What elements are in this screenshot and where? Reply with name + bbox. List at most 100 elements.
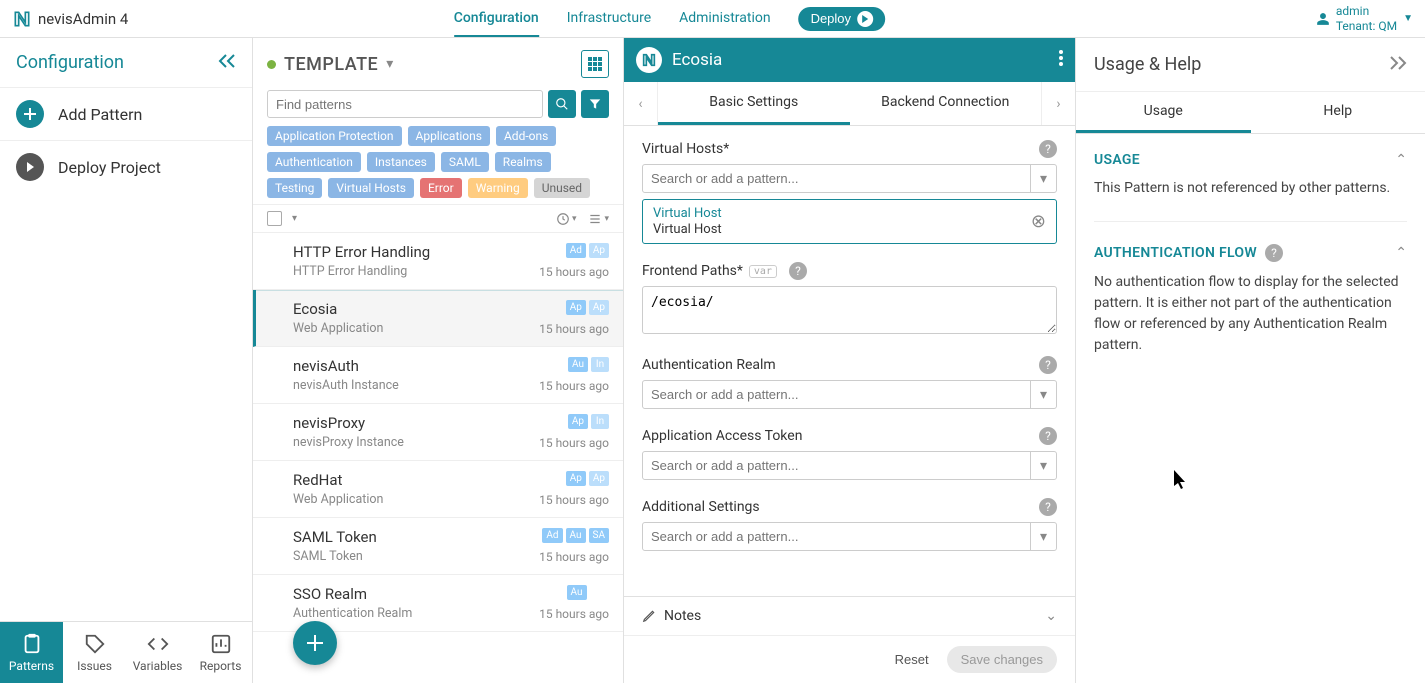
chevron-down-icon[interactable]: ▾ <box>1030 381 1056 408</box>
notes-label: Notes <box>664 608 701 624</box>
pencil-icon <box>642 609 656 623</box>
bottom-tab-variables[interactable]: Variables <box>126 622 189 683</box>
badge: Ad <box>542 528 562 543</box>
bottom-tab-label: Issues <box>77 659 112 673</box>
filter-tag[interactable]: Unused <box>534 178 590 198</box>
user-icon <box>1316 12 1330 26</box>
filter-button[interactable] <box>581 90 609 118</box>
additional-settings-input[interactable] <box>643 523 1030 550</box>
chevron-down-icon[interactable]: ▾ <box>1030 165 1056 192</box>
project-name[interactable]: TEMPLATE <box>284 54 378 75</box>
help-tab-usage[interactable]: Usage <box>1076 92 1251 133</box>
clipboard-icon <box>21 633 43 655</box>
list-view-dropdown-icon[interactable]: ▾ <box>588 212 609 226</box>
pattern-list-item[interactable]: SAML TokenSAML TokenAdAuSA15 hours ago <box>253 518 623 575</box>
pattern-list-item[interactable]: EcosiaWeb ApplicationApAp15 hours ago <box>253 290 623 347</box>
help-icon[interactable]: ? <box>1039 427 1057 445</box>
additional-settings-combo[interactable]: ▾ <box>642 522 1057 551</box>
status-dot-icon <box>267 60 276 69</box>
chart-icon <box>210 633 232 655</box>
help-icon[interactable]: ? <box>1039 140 1057 158</box>
tab-backend-connection[interactable]: Backend Connection <box>850 82 1042 125</box>
chevron-down-icon[interactable]: ▾ <box>1030 523 1056 550</box>
pattern-list-item[interactable]: HTTP Error HandlingHTTP Error HandlingAd… <box>253 233 623 290</box>
play-icon <box>16 153 44 181</box>
filter-tag[interactable]: Error <box>420 178 462 198</box>
badge: Ap <box>589 300 609 315</box>
chevron-up-icon[interactable]: ⌃ <box>1395 245 1407 261</box>
user-menu[interactable]: admin Tenant: QM ▼ <box>1316 4 1413 33</box>
bottom-tab-issues[interactable]: Issues <box>63 622 126 683</box>
chevron-up-icon[interactable]: ⌃ <box>1395 152 1407 168</box>
badge: Ad <box>566 243 586 258</box>
auth-realm-combo[interactable]: ▾ <box>642 380 1057 409</box>
bottom-tab-patterns[interactable]: Patterns <box>0 622 63 683</box>
app-title: nevisAdmin 4 <box>38 10 128 28</box>
filter-tag[interactable]: Warning <box>468 178 528 198</box>
help-panel-title: Usage & Help <box>1094 54 1201 75</box>
pattern-list-item[interactable]: RedHatWeb ApplicationApAp15 hours ago <box>253 461 623 518</box>
tab-prev-button[interactable]: ‹ <box>624 82 658 125</box>
filter-tag[interactable]: SAML <box>441 152 489 172</box>
pattern-list-item[interactable]: nevisAuthnevisAuth InstanceAuIn15 hours … <box>253 347 623 404</box>
pattern-search-input[interactable] <box>267 90 543 118</box>
select-all-checkbox[interactable] <box>267 211 282 226</box>
bottom-tab-label: Patterns <box>9 659 54 673</box>
filter-tag[interactable]: Instances <box>367 152 435 172</box>
filter-tag[interactable]: Application Protection <box>267 126 402 146</box>
grid-toggle-button[interactable] <box>581 50 609 78</box>
tab-administration[interactable]: Administration <box>679 1 770 37</box>
app-token-combo[interactable]: ▾ <box>642 451 1057 480</box>
additional-settings-label: Additional Settings <box>642 499 760 515</box>
pattern-time: 15 hours ago <box>539 607 609 621</box>
help-tab-help[interactable]: Help <box>1251 92 1425 133</box>
chevron-down-icon[interactable]: ▾ <box>1030 452 1056 479</box>
sidebar-title: Configuration <box>16 52 124 73</box>
badge: In <box>591 357 609 372</box>
nevis-logo-icon <box>12 9 32 29</box>
kebab-menu-icon[interactable] <box>1059 50 1063 70</box>
deploy-project-label: Deploy Project <box>58 158 161 177</box>
auth-realm-input[interactable] <box>643 381 1030 408</box>
chevron-down-icon[interactable]: ▾ <box>386 56 393 72</box>
badge: In <box>591 414 609 429</box>
add-pattern-label: Add Pattern <box>58 105 142 124</box>
tab-basic-settings[interactable]: Basic Settings <box>658 82 850 125</box>
reset-button[interactable]: Reset <box>895 646 929 673</box>
deploy-button[interactable]: Deploy <box>799 7 885 31</box>
app-token-input[interactable] <box>643 452 1030 479</box>
plus-icon <box>305 633 325 653</box>
save-button[interactable]: Save changes <box>947 646 1057 673</box>
deploy-project-action[interactable]: Deploy Project <box>0 141 252 193</box>
fab-add-button[interactable] <box>293 621 337 665</box>
collapse-sidebar-icon[interactable] <box>218 54 236 72</box>
pattern-title: nevisProxy <box>293 414 609 432</box>
pattern-time: 15 hours ago <box>539 379 609 393</box>
filter-tag[interactable]: Realms <box>495 152 551 172</box>
help-icon[interactable]: ? <box>1039 356 1057 374</box>
tab-configuration[interactable]: Configuration <box>454 1 539 37</box>
search-button[interactable] <box>548 90 576 118</box>
chevron-down-icon[interactable]: ▾ <box>292 213 297 224</box>
bottom-tab-reports[interactable]: Reports <box>189 622 252 683</box>
help-icon[interactable]: ? <box>1039 498 1057 516</box>
tab-next-button[interactable]: › <box>1041 82 1075 125</box>
add-pattern-action[interactable]: Add Pattern <box>0 88 252 141</box>
help-icon[interactable]: ? <box>1265 244 1283 262</box>
filter-tag[interactable]: Applications <box>408 126 490 146</box>
tab-infrastructure[interactable]: Infrastructure <box>567 1 651 37</box>
notes-toggle[interactable]: Notes ⌄ <box>624 596 1075 635</box>
badge: Ap <box>566 471 586 486</box>
badge: Ap <box>566 300 586 315</box>
plus-icon <box>16 100 44 128</box>
filter-tag[interactable]: Testing <box>267 178 322 198</box>
filter-tag[interactable]: Virtual Hosts <box>328 178 414 198</box>
pattern-list-item[interactable]: nevisProxynevisProxy InstanceApIn15 hour… <box>253 404 623 461</box>
chevron-down-icon: ▼ <box>1403 13 1413 25</box>
filter-tag[interactable]: Authentication <box>267 152 361 172</box>
history-dropdown-icon[interactable]: ▾ <box>556 212 577 226</box>
expand-help-icon[interactable] <box>1389 56 1407 74</box>
remove-chip-icon[interactable]: ⊗ <box>1031 211 1046 232</box>
badge: Ap <box>589 471 609 486</box>
filter-tag[interactable]: Add-ons <box>496 126 556 146</box>
